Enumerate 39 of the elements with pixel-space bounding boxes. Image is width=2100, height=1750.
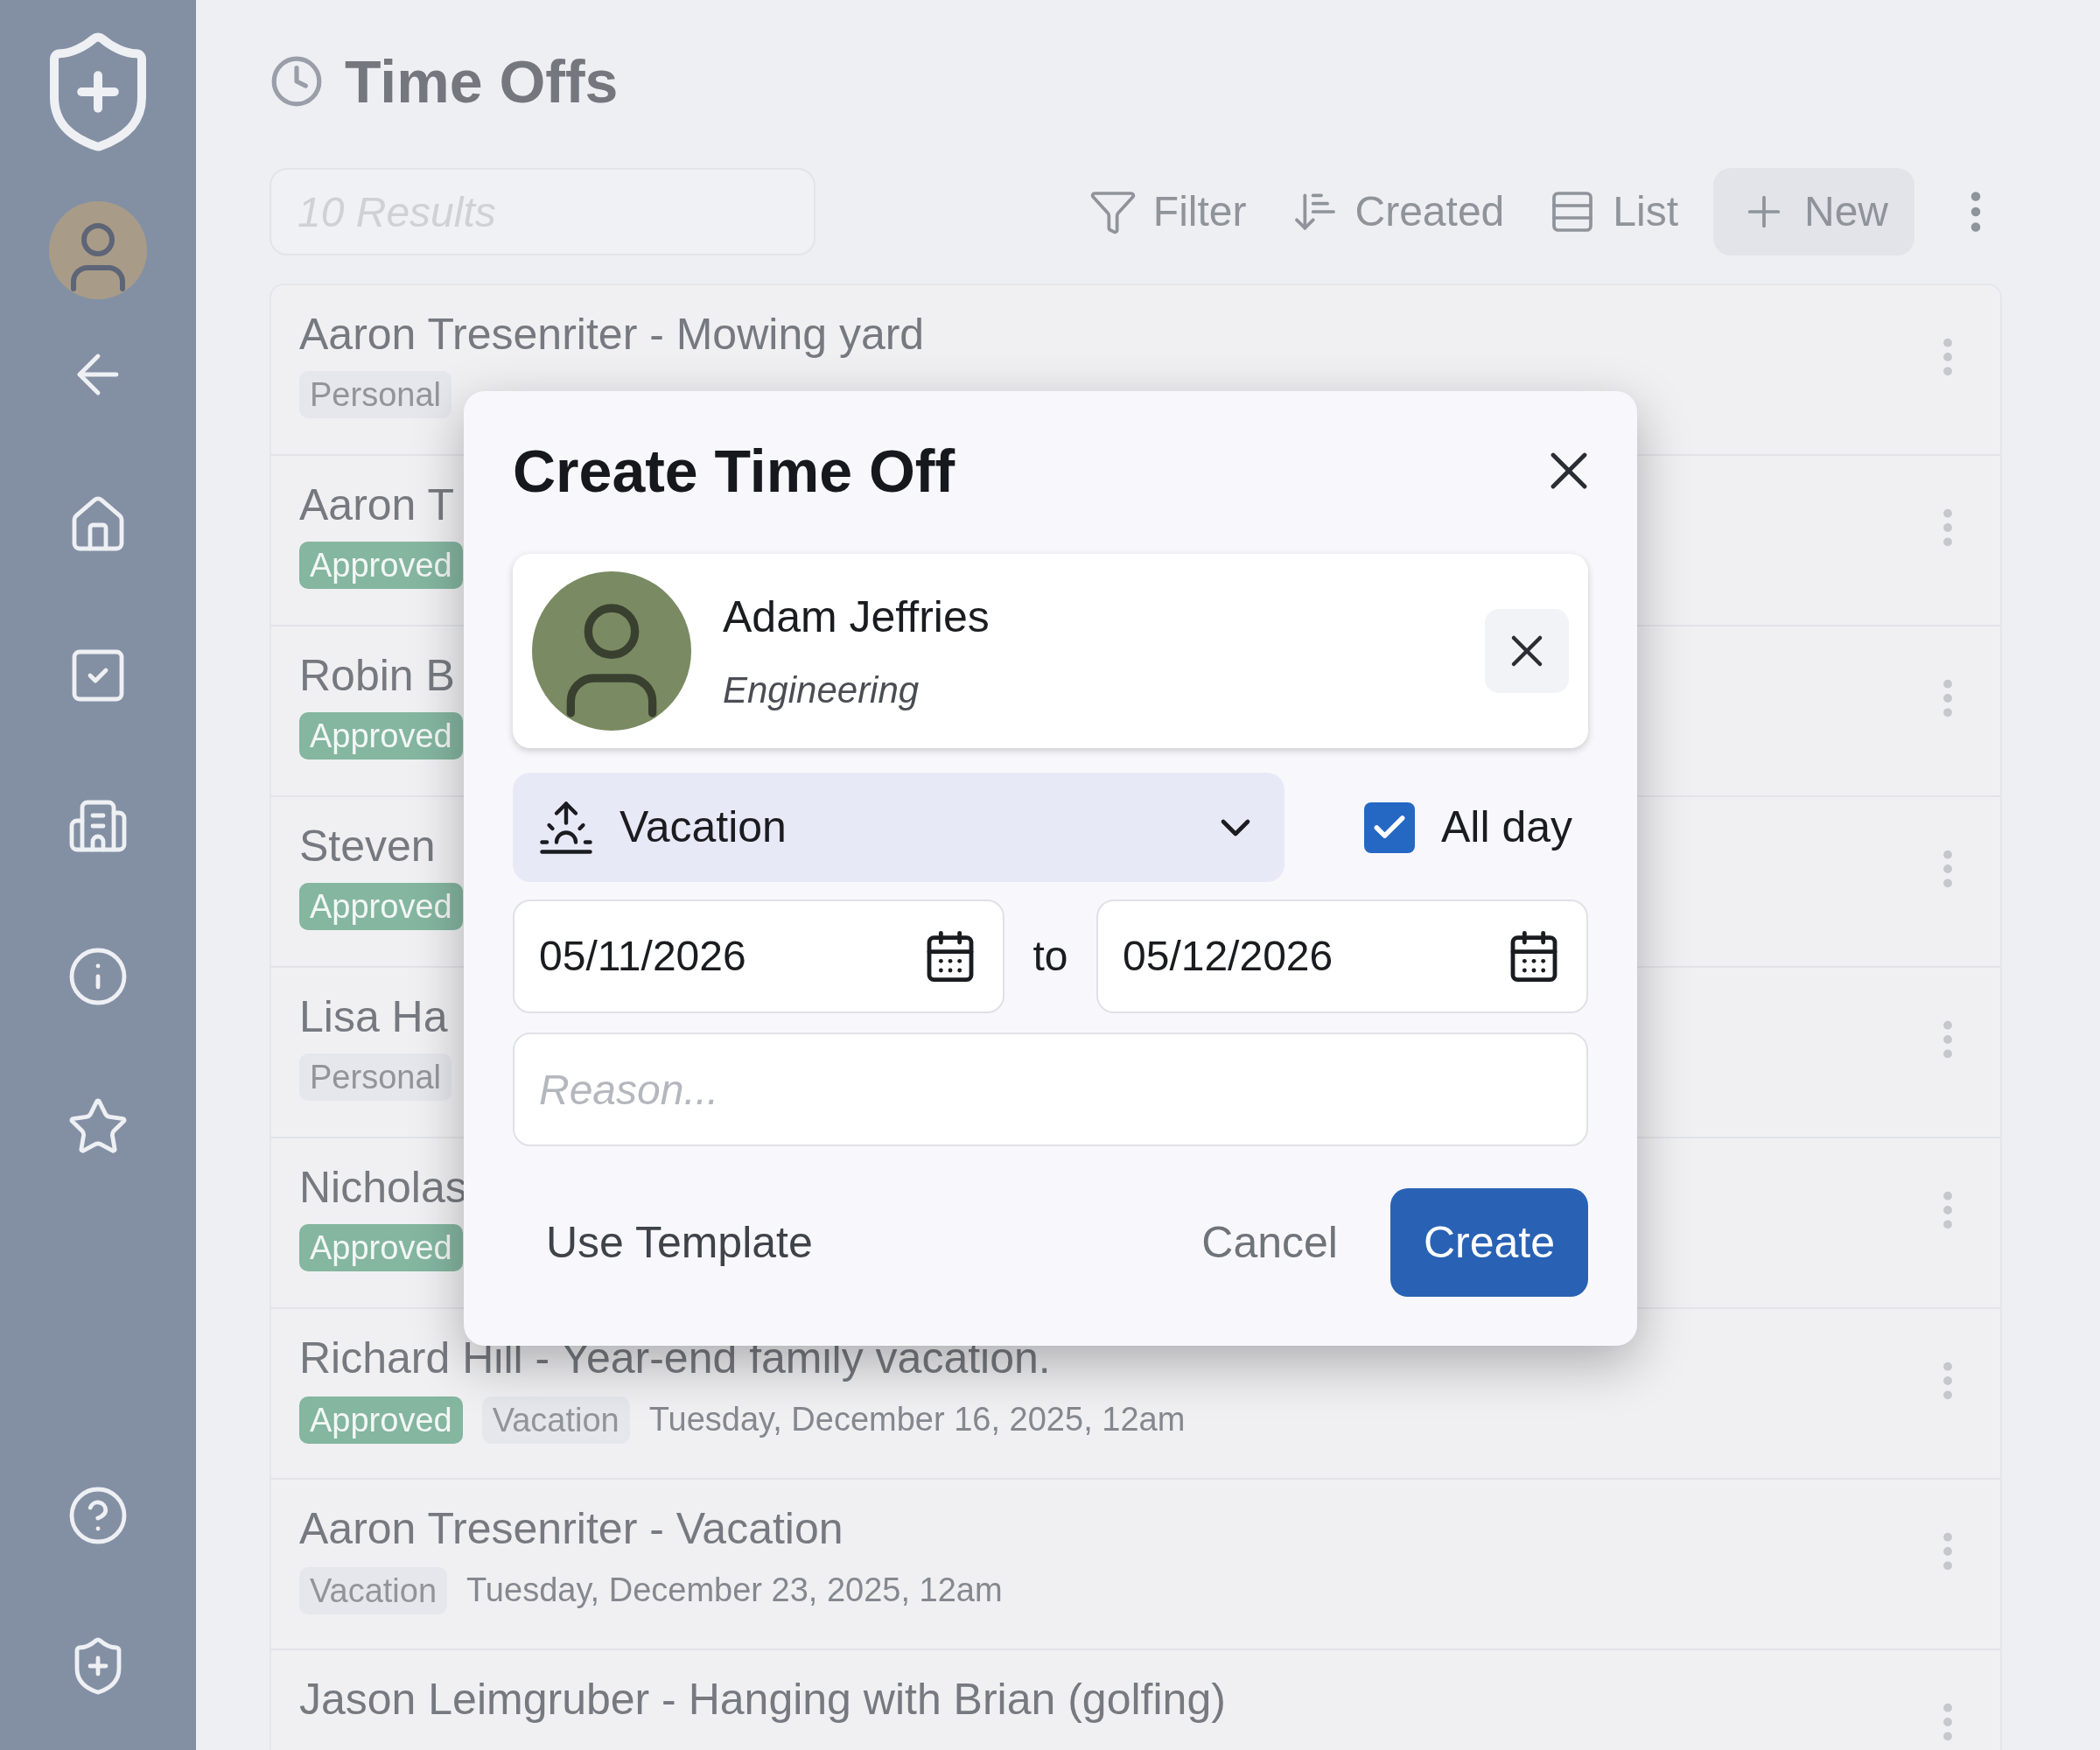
remove-employee-button[interactable]: [1485, 609, 1569, 693]
row-title[interactable]: Steven: [299, 818, 463, 874]
cancel-button[interactable]: Cancel: [1175, 1188, 1364, 1297]
start-date-field[interactable]: 05/11/2026: [513, 900, 1004, 1013]
page-title: Time Offs: [345, 47, 619, 116]
reason-field[interactable]: Reason...: [513, 1032, 1588, 1146]
employee-department: Engineering: [723, 668, 920, 712]
use-template-button[interactable]: Use Template: [513, 1188, 846, 1297]
row-title[interactable]: Nicholas: [299, 1159, 467, 1215]
category-badge: Personal: [299, 371, 452, 418]
row-title[interactable]: Lisa Ha: [299, 989, 452, 1045]
category-badge: Vacation: [299, 1566, 448, 1614]
status-badge: Approved: [299, 542, 463, 589]
all-day-checkbox[interactable]: [1363, 802, 1415, 853]
status-badge: Approved: [299, 1396, 463, 1444]
status-badge: Approved: [299, 712, 463, 760]
category-badge: Vacation: [481, 1396, 630, 1444]
end-date-field[interactable]: 05/12/2026: [1096, 900, 1588, 1013]
row-title[interactable]: Jason Leimgruber - Hanging with Brian (golfing): [299, 1671, 1226, 1727]
sort-button[interactable]: Created: [1290, 180, 1505, 243]
row-title[interactable]: Aaron Tresenriter - Mowing yard: [299, 306, 925, 362]
filter-button[interactable]: Filter: [1088, 180, 1247, 243]
row-date: Tuesday, December 16, 2025, 12am: [648, 1400, 1186, 1439]
dialog-title: Create Time Off: [513, 437, 956, 506]
all-day-label: All day: [1440, 802, 1572, 853]
new-button[interactable]: New: [1712, 168, 1914, 256]
status-badge: Approved: [299, 1224, 463, 1271]
type-dropdown[interactable]: Vacation: [513, 773, 1284, 882]
view-button[interactable]: List: [1548, 180, 1678, 243]
employee-name: Adam Jeffries: [723, 592, 990, 643]
date-separator: to: [1032, 932, 1068, 981]
row-title[interactable]: Robin B: [299, 648, 463, 704]
row-title[interactable]: Aaron T: [299, 477, 463, 533]
clock-icon: [270, 54, 324, 108]
create-button[interactable]: Create: [1390, 1188, 1588, 1297]
row-title[interactable]: Aaron Tresenriter - Vacation: [299, 1501, 1003, 1557]
status-badge: Approved: [299, 883, 463, 930]
category-badge: Personal: [299, 1054, 452, 1101]
row-date: Tuesday, December 23, 2025, 12am: [466, 1571, 1003, 1610]
